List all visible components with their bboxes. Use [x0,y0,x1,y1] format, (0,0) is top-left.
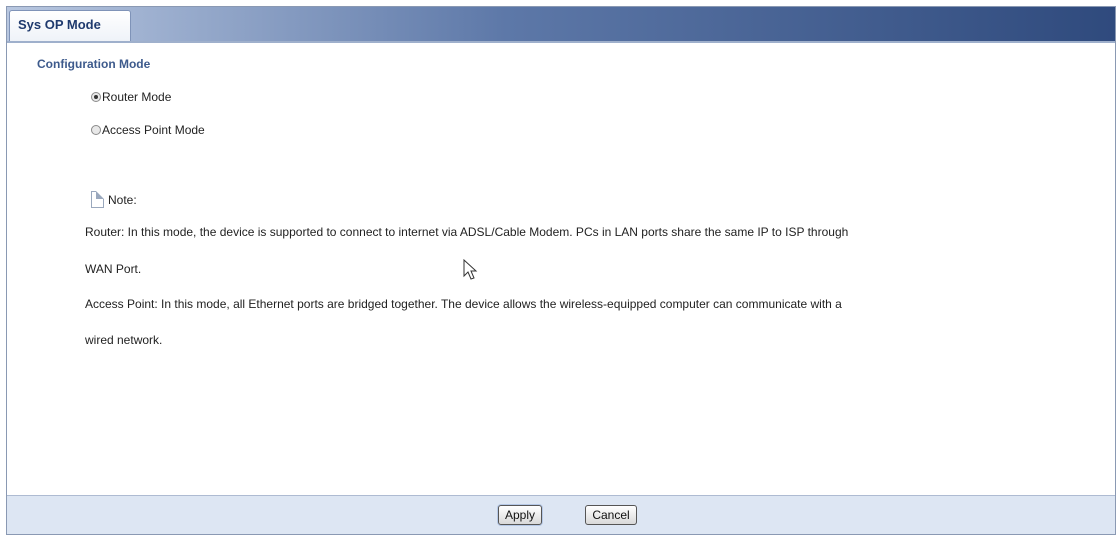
router-mode-option[interactable]: Router Mode [91,90,171,104]
tab-sys-op-mode[interactable]: Sys OP Mode [9,10,131,42]
note-page-icon [91,191,104,208]
apply-button[interactable]: Apply [498,505,542,525]
router-mode-radio[interactable] [91,92,101,102]
action-footer: Apply Cancel [7,495,1115,534]
note-label: Note: [108,192,137,207]
config-panel: Sys OP Mode Configuration Mode Router Mo… [6,6,1116,535]
access-point-mode-label: Access Point Mode [102,123,205,137]
mouse-pointer-icon [463,259,478,280]
note-line-router: Router: In this mode, the device is supp… [85,225,849,239]
access-point-mode-option[interactable]: Access Point Mode [91,123,205,137]
note-line-router-cont: WAN Port. [85,262,142,276]
note-line-ap: Access Point: In this mode, all Ethernet… [85,297,842,311]
tab-divider [7,41,1115,43]
router-mode-label: Router Mode [102,90,172,104]
access-point-mode-radio[interactable] [91,125,101,135]
note-line-ap-cont: wired network. [85,333,163,347]
note-header: Note: [91,191,137,208]
tab-bar: Sys OP Mode [7,7,1115,42]
section-title: Configuration Mode [37,57,151,71]
cancel-button[interactable]: Cancel [585,505,637,525]
